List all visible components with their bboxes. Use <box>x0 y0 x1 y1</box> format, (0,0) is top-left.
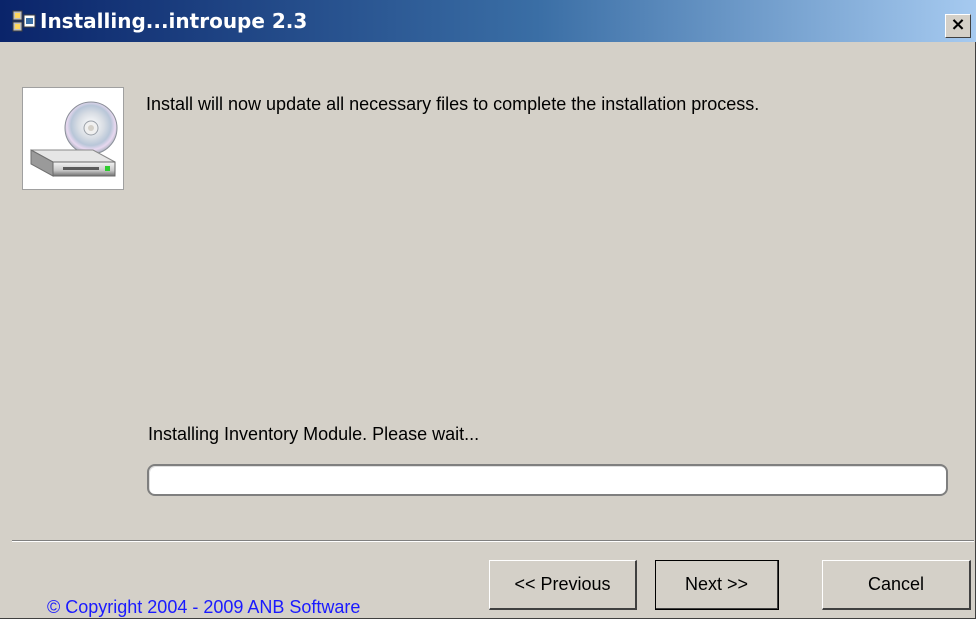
window-title: Installing...introupe 2.3 <box>40 9 308 33</box>
close-button[interactable]: × <box>945 14 971 38</box>
installer-window: Installing...introupe 2.3 × Install will… <box>0 0 976 619</box>
cd-drive-icon <box>30 101 118 177</box>
previous-button[interactable]: << Previous <box>489 560 637 610</box>
install-progress-bar <box>147 464 948 496</box>
next-button[interactable]: Next >> <box>655 560 779 610</box>
cancel-button[interactable]: Cancel <box>822 560 971 610</box>
close-icon: × <box>950 14 966 35</box>
status-message: Installing Inventory Module. Please wait… <box>148 424 480 444</box>
installer-icon <box>12 10 36 32</box>
footer-divider <box>12 540 974 542</box>
intro-message: Install will now update all necessary fi… <box>146 94 760 114</box>
copyright-link[interactable]: © Copyright 2004 - 2009 ANB Software <box>47 597 360 618</box>
disk-image-frame <box>22 87 124 190</box>
title-bar[interactable]: Installing...introupe 2.3 × <box>0 0 976 42</box>
